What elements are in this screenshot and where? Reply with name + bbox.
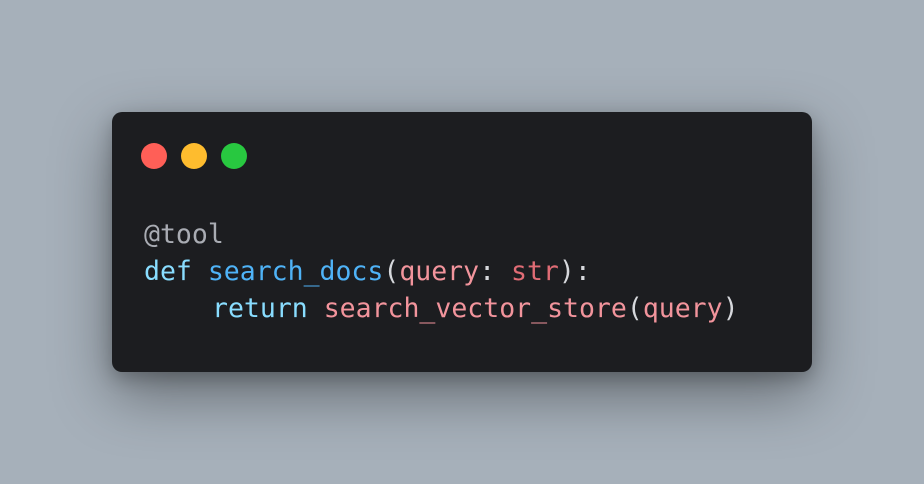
close-signature-token: ): <box>558 256 591 287</box>
close-dot-icon[interactable] <box>141 143 167 169</box>
call-close-paren-token: ) <box>722 293 739 324</box>
code-line-2: def search_docs(query: str): <box>144 253 739 290</box>
code-window: @tool def search_docs(query: str): return … <box>112 112 812 372</box>
decorator-token: @tool <box>144 219 224 250</box>
code-line-3: return search_vector_store(query) <box>144 290 739 327</box>
param-name-token: query <box>399 256 480 287</box>
return-keyword-token: return <box>212 293 308 324</box>
minimize-dot-icon[interactable] <box>181 143 207 169</box>
call-open-paren-token: ( <box>626 293 643 324</box>
function-name-token: search_docs <box>207 256 384 287</box>
call-arg-token: query <box>642 293 723 324</box>
called-function-token: search_vector_store <box>323 293 627 324</box>
def-keyword-token: def <box>144 256 192 287</box>
open-paren-token: ( <box>383 256 400 287</box>
param-type-token: str <box>511 256 559 287</box>
maximize-dot-icon[interactable] <box>221 143 247 169</box>
code-block: @tool def search_docs(query: str): return … <box>144 216 739 327</box>
colon-token: : <box>479 256 512 287</box>
code-line-1: @tool <box>144 216 739 253</box>
